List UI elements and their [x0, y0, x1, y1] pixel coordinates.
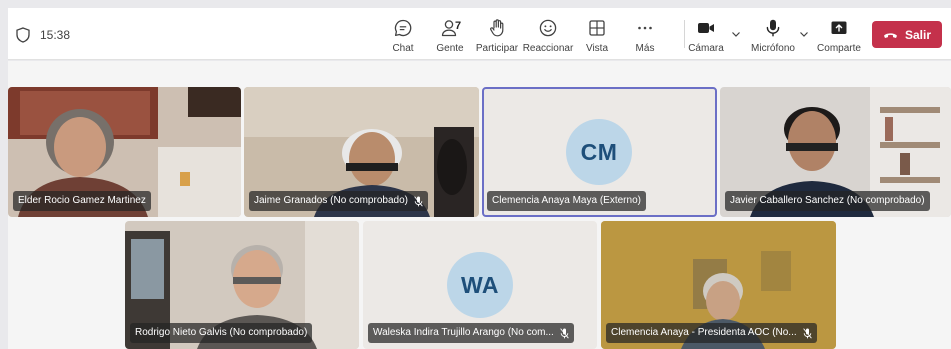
more-label: Más [635, 43, 655, 54]
raise-hand-label: Participar [475, 43, 519, 54]
grid-icon [589, 20, 605, 36]
participant-name-tag: Clemencia Anaya Maya (Externo) [487, 191, 646, 211]
more-icon [638, 26, 652, 30]
microphone-label: Micrófono [751, 43, 795, 54]
participant-name-tag: Jaime Granados (No comprobado) [249, 191, 428, 211]
participant-tile[interactable]: Clemencia Anaya - Presidenta AOC (No... [601, 221, 836, 349]
chat-label: Chat [392, 43, 414, 54]
camera-icon [698, 23, 714, 33]
participant-tile[interactable]: Jaime Granados (No comprobado) [244, 87, 479, 217]
view-button[interactable]: Vista [582, 8, 612, 60]
chat-icon [394, 19, 412, 37]
people-button[interactable]: Gente [432, 8, 468, 60]
raise-hand-button[interactable]: Participar [474, 8, 520, 60]
meeting-timer: 15:38 [40, 28, 71, 42]
participant-name-tag: Rodrigo Nieto Galvis (No comprobado) [130, 323, 313, 343]
participant-name-tag: Waleska Indira Trujillo Arango (No com..… [368, 323, 574, 343]
react-label: Reaccionar [522, 43, 574, 54]
more-button[interactable]: Más [630, 8, 660, 60]
participant-name: Elder Rocio Gamez Martinez [18, 195, 146, 206]
microphone-icon [766, 19, 780, 37]
participant-tile[interactable]: Javier Caballero Sanchez (No comprobado) [720, 87, 951, 217]
participant-name: Javier Caballero Sanchez (No comprobado) [730, 195, 925, 206]
microphone-button[interactable]: Micrófono [748, 8, 798, 60]
participant-tile[interactable]: Elder Rocio Gamez Martinez [8, 87, 241, 217]
avatar: CM [566, 119, 632, 185]
avatar: WA [447, 252, 513, 318]
people-count: 7 [455, 20, 462, 32]
camera-options-chevron-down-icon[interactable] [730, 28, 742, 40]
chat-button[interactable]: Chat [386, 8, 420, 60]
avatar-initials: WA [460, 271, 500, 298]
window-frame-top [0, 0, 951, 8]
participant-name: Waleska Indira Trujillo Arango (No com..… [373, 327, 554, 338]
participant-name-tag: Clemencia Anaya - Presidenta AOC (No... [606, 323, 817, 343]
people-label: Gente [436, 43, 464, 54]
camera-label: Cámara [688, 43, 724, 54]
share-icon [831, 21, 847, 34]
leave-label: Salir [904, 27, 931, 42]
microphone-off-icon [414, 195, 423, 206]
participant-tile[interactable]: Rodrigo Nieto Galvis (No comprobado) [125, 221, 359, 349]
participant-name: Clemencia Anaya Maya (Externo) [492, 195, 641, 206]
participant-name-tag: Elder Rocio Gamez Martinez [13, 191, 151, 211]
participant-name-tag: Javier Caballero Sanchez (No comprobado) [725, 191, 930, 211]
smile-icon [539, 19, 557, 37]
toolbar-divider [684, 20, 685, 48]
leave-button[interactable]: Salir [872, 21, 942, 48]
participant-name: Jaime Granados (No comprobado) [254, 195, 408, 206]
avatar-initials: CM [580, 138, 618, 165]
participant-tile[interactable]: WA Waleska Indira Trujillo Arango (No co… [363, 221, 597, 349]
window-frame-left [0, 0, 8, 349]
participant-name: Clemencia Anaya - Presidenta AOC (No... [611, 327, 797, 338]
share-button[interactable]: Comparte [814, 8, 864, 60]
view-label: Vista [585, 43, 609, 54]
participant-name: Rodrigo Nieto Galvis (No comprobado) [135, 327, 308, 338]
shield-icon [16, 27, 30, 43]
share-label: Comparte [817, 43, 861, 54]
hand-icon [490, 19, 504, 37]
microphone-off-icon [560, 327, 569, 338]
microphone-off-icon [802, 327, 812, 338]
participant-tile-active-speaker[interactable]: CM Clemencia Anaya Maya (Externo) [482, 87, 717, 217]
microphone-options-chevron-down-icon[interactable] [798, 28, 810, 40]
react-button[interactable]: Reaccionar [522, 8, 574, 60]
meeting-toolbar: 15:38 Chat Gente 7 Participar Reaccionar… [8, 8, 951, 60]
camera-button[interactable]: Cámara [688, 8, 724, 60]
phone-hangup-icon [883, 32, 897, 38]
